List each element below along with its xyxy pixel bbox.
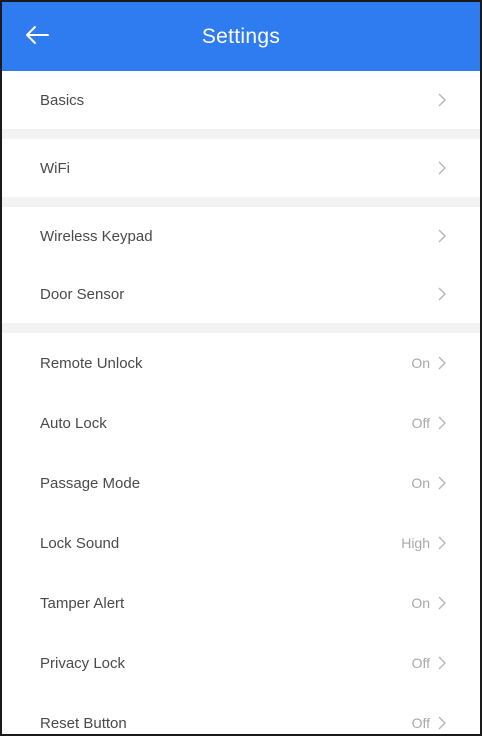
chevron-right-icon <box>438 229 446 243</box>
chevron-right-icon <box>438 161 446 175</box>
row-value: On <box>411 595 430 611</box>
chevron-right-icon <box>438 287 446 301</box>
row-label: Basics <box>40 91 85 109</box>
section-divider <box>2 129 480 139</box>
settings-screen: Settings Basics WiFi Wireless Keypad Doo… <box>0 0 482 736</box>
settings-row-lock-sound[interactable]: Lock Sound High <box>2 513 480 573</box>
settings-section-accessories: Wireless Keypad Door Sensor <box>2 207 480 323</box>
settings-row-privacy-lock[interactable]: Privacy Lock Off <box>2 633 480 693</box>
app-header: Settings <box>2 2 480 71</box>
settings-section-basics: Basics <box>2 71 480 129</box>
settings-row-auto-lock[interactable]: Auto Lock Off <box>2 393 480 453</box>
settings-row-passage-mode[interactable]: Passage Mode On <box>2 453 480 513</box>
row-label: WiFi <box>40 159 70 177</box>
row-value: Off <box>411 715 430 731</box>
row-label: Wireless Keypad <box>40 227 153 245</box>
row-value: Off <box>411 415 430 431</box>
chevron-right-icon <box>438 416 446 430</box>
chevron-right-icon <box>438 716 446 730</box>
row-label: Lock Sound <box>40 534 120 552</box>
row-label: Auto Lock <box>40 414 107 432</box>
row-label: Remote Unlock <box>40 354 143 372</box>
section-divider <box>2 197 480 207</box>
chevron-right-icon <box>438 536 446 550</box>
settings-row-remote-unlock[interactable]: Remote Unlock On <box>2 333 480 393</box>
chevron-right-icon <box>438 596 446 610</box>
row-value: On <box>411 355 430 371</box>
row-label: Door Sensor <box>40 285 125 303</box>
arrow-left-icon[interactable] <box>24 22 50 48</box>
row-label: Passage Mode <box>40 474 141 492</box>
settings-row-basics[interactable]: Basics <box>2 71 480 129</box>
chevron-right-icon <box>438 356 446 370</box>
settings-row-wireless-keypad[interactable]: Wireless Keypad <box>2 207 480 265</box>
chevron-right-icon <box>438 93 446 107</box>
chevron-right-icon <box>438 656 446 670</box>
settings-row-tamper-alert[interactable]: Tamper Alert On <box>2 573 480 633</box>
row-label: Reset Button <box>40 714 127 732</box>
settings-section-lock: Remote Unlock On Auto Lock Off Passage M… <box>2 333 480 734</box>
row-label: Privacy Lock <box>40 654 126 672</box>
row-label: Tamper Alert <box>40 594 125 612</box>
section-divider <box>2 323 480 333</box>
chevron-right-icon <box>438 476 446 490</box>
settings-section-wifi: WiFi <box>2 139 480 197</box>
page-title: Settings <box>201 24 281 48</box>
row-value: On <box>411 475 430 491</box>
row-value: High <box>401 535 430 551</box>
settings-row-wifi[interactable]: WiFi <box>2 139 480 197</box>
settings-row-door-sensor[interactable]: Door Sensor <box>2 265 480 323</box>
row-value: Off <box>411 655 430 671</box>
settings-row-reset-button[interactable]: Reset Button Off <box>2 693 480 734</box>
